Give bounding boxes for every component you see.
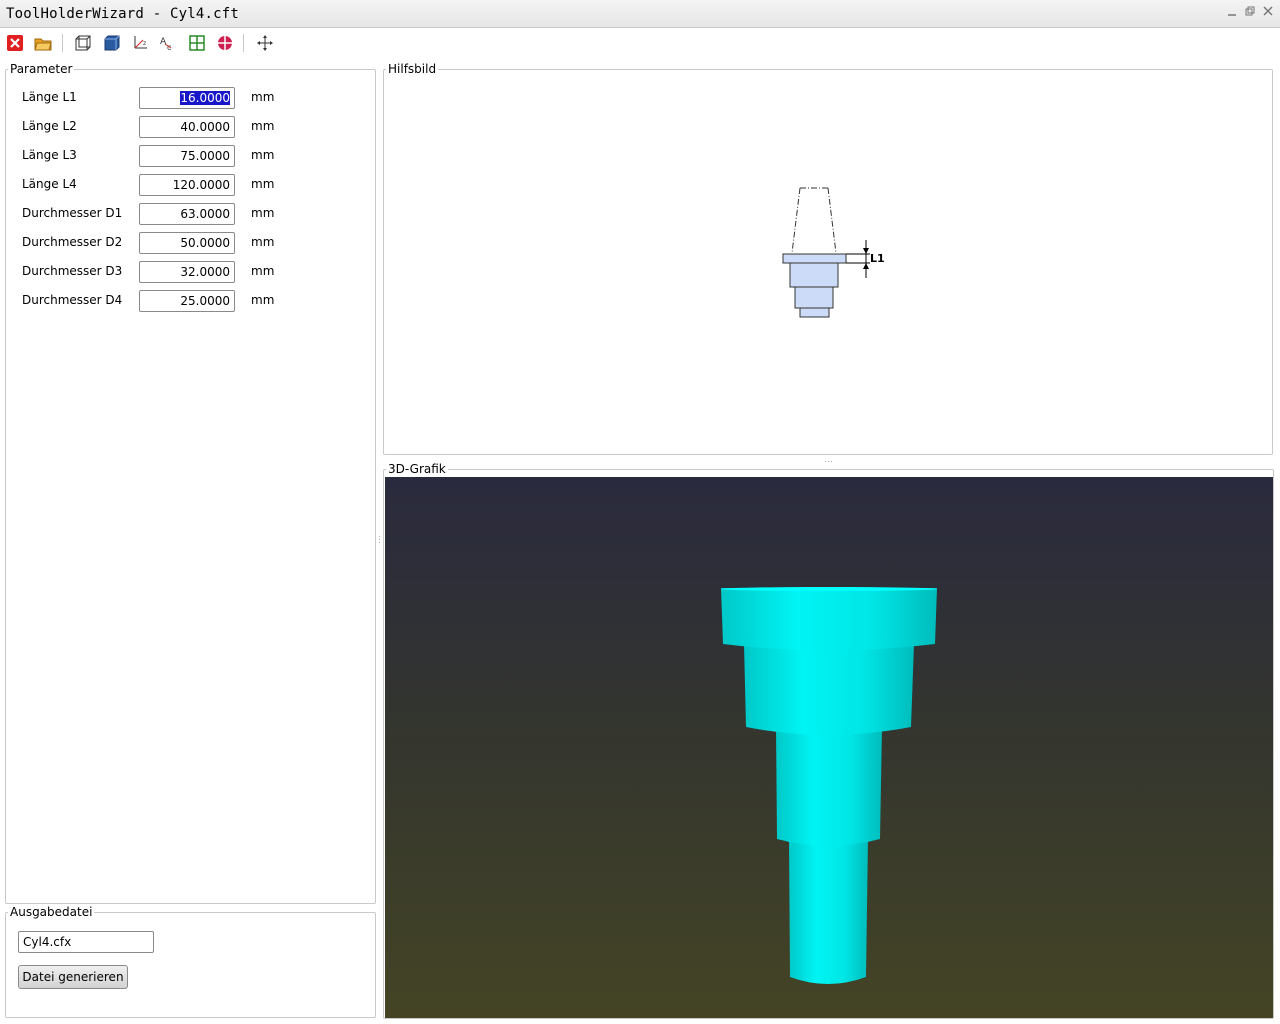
param-input-d1[interactable]: 63.0000 [139,203,235,225]
param-label: Durchmesser D3 [22,264,123,278]
close-file-icon[interactable] [4,32,26,54]
close-icon[interactable] [1262,5,1274,17]
param-unit: mm [251,90,275,104]
generate-file-button[interactable]: Datei generieren [18,965,128,989]
param-value: 16.0000 [180,91,230,105]
param-label: Länge L2 [22,119,77,133]
dimension-label: L1 [870,252,885,265]
param-label: Durchmesser D4 [22,293,123,307]
parameter-group-title: Parameter [8,62,75,76]
param-label: Länge L3 [22,148,77,162]
param-unit: mm [251,119,275,133]
output-group-title: Ausgabedatei [8,905,95,919]
restore-icon[interactable] [1244,5,1256,17]
param-unit: mm [251,177,275,191]
param-input-d4[interactable]: 25.0000 [139,290,235,312]
minimize-icon[interactable] [1226,5,1238,17]
param-input-l1[interactable]: 16.0000 [139,87,235,109]
pan-icon[interactable] [254,32,276,54]
center-icon[interactable] [214,32,236,54]
help-image-group: Hilfsbild L1 [383,62,1273,455]
param-unit: mm [251,148,275,162]
output-filename-input[interactable]: Cyl4.cfx [18,931,154,953]
toolbar-separator [62,34,63,52]
output-group: Ausgabedatei Cyl4.cfx Datei generieren [5,905,376,1018]
open-folder-icon[interactable] [32,32,54,54]
cylinder-d2 [744,644,914,735]
taper-outline [791,187,837,254]
param-unit: mm [251,293,275,307]
param-input-d3[interactable]: 32.0000 [139,261,235,283]
param-input-l3[interactable]: 75.0000 [139,145,235,167]
cylinder-d1 [721,588,937,651]
help-drawing: L1 [782,187,885,318]
horizontal-splitter[interactable] [383,455,1273,463]
param-label: Länge L4 [22,177,77,191]
vertical-splitter[interactable] [376,60,383,1020]
grid-icon[interactable] [186,32,208,54]
window-controls [1226,5,1274,17]
toolbar-separator [243,34,244,52]
tool-holder-model [721,587,937,984]
svg-text:z: z [143,40,146,47]
param-input-l2[interactable]: 40.0000 [139,116,235,138]
param-unit: mm [251,264,275,278]
viewport-3d[interactable] [385,477,1273,1018]
step3-shape [794,286,834,309]
step4-shape [799,307,830,318]
param-input-l4[interactable]: 120.0000 [139,174,235,196]
axes-icon[interactable]: z [129,32,151,54]
cylinder-d4 [789,839,868,984]
title-bar: ToolHolderWizard - Cyl4.cft [0,0,1280,28]
param-unit: mm [251,235,275,249]
flange-shape [782,253,847,264]
parameter-group: Parameter Länge L1 16.0000 mm Länge L2 4… [5,62,376,904]
view3d-group: 3D-Grafik [383,462,1274,1019]
wireframe-view-icon[interactable] [72,32,94,54]
param-label: Durchmesser D1 [22,206,123,220]
param-unit: mm [251,206,275,220]
l1-dimension [846,240,870,278]
solid-view-icon[interactable] [101,32,123,54]
svg-text:A: A [160,37,167,47]
toolbar: z Ac [0,29,1280,57]
step2-shape [789,262,839,288]
view3d-group-title: 3D-Grafik [386,462,448,476]
param-input-d2[interactable]: 50.0000 [139,232,235,254]
param-label: Länge L1 [22,90,77,104]
param-label: Durchmesser D2 [22,235,123,249]
cylinder-d3 [776,727,882,846]
window-title: ToolHolderWizard - Cyl4.cft [6,6,239,22]
labels-icon[interactable]: Ac [157,32,179,54]
